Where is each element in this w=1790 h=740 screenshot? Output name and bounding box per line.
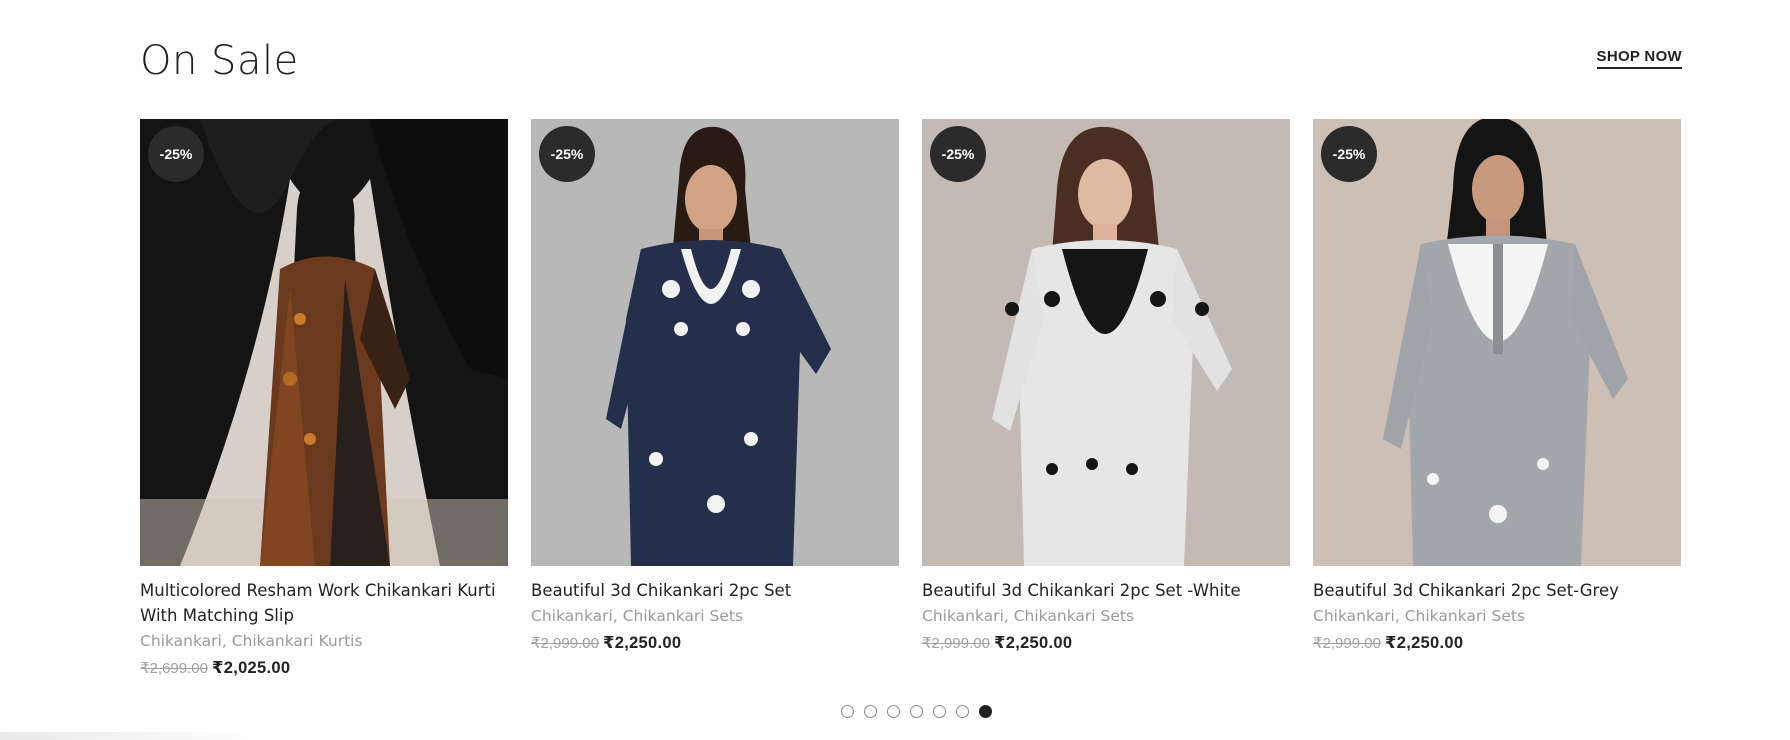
shop-now-link[interactable]: SHOP NOW: [1596, 48, 1682, 69]
discount-badge: -25%: [1321, 126, 1377, 182]
pagination-dot[interactable]: [910, 705, 923, 718]
product-price: ₹2,999.00 ₹2,250.00: [531, 633, 899, 653]
product-card[interactable]: -25% Multicolored Resham Work Chikankari…: [140, 119, 508, 678]
sale-price: ₹2,025.00: [211, 659, 291, 677]
product-image[interactable]: -25%: [140, 119, 508, 566]
category-link[interactable]: Chikankari Sets: [623, 607, 743, 625]
pagination-dot[interactable]: [841, 705, 854, 718]
discount-badge: -25%: [148, 126, 204, 182]
product-card[interactable]: -25% Beautiful 3d Chikankari 2pc Set Chi…: [531, 119, 899, 678]
category-link[interactable]: Chikankari Sets: [1014, 607, 1134, 625]
product-image[interactable]: -25%: [531, 119, 899, 566]
on-sale-section: On Sale SHOP NOW -25% Multicolored Resha…: [140, 0, 1682, 740]
category-link[interactable]: Chikankari: [922, 607, 1004, 625]
product-price: ₹2,999.00 ₹2,250.00: [922, 633, 1290, 653]
product-price: ₹2,699.00 ₹2,025.00: [140, 658, 508, 678]
product-image[interactable]: -25%: [1313, 119, 1681, 566]
discount-badge: -25%: [930, 126, 986, 182]
pagination-dot[interactable]: [956, 705, 969, 718]
sale-price: ₹2,250.00: [993, 634, 1073, 652]
product-categories: Chikankari, Chikankari Sets: [531, 607, 744, 625]
pagination-dot[interactable]: [887, 705, 900, 718]
category-link[interactable]: Chikankari: [1313, 607, 1395, 625]
pagination-dot[interactable]: [979, 705, 992, 718]
category-link[interactable]: Chikankari: [140, 632, 222, 650]
product-name[interactable]: Beautiful 3d Chikankari 2pc Set -White: [922, 578, 1290, 603]
old-price: ₹2,699.00: [140, 660, 208, 677]
category-link[interactable]: Chikankari: [531, 607, 613, 625]
product-name[interactable]: Beautiful 3d Chikankari 2pc Set: [531, 578, 899, 603]
carousel-pagination: [0, 705, 1790, 718]
pagination-dot[interactable]: [933, 705, 946, 718]
product-categories: Chikankari, Chikankari Kurtis: [140, 632, 363, 650]
product-image[interactable]: -25%: [922, 119, 1290, 566]
pagination-dot[interactable]: [864, 705, 877, 718]
old-price: ₹2,999.00: [922, 635, 990, 652]
sale-price: ₹2,250.00: [602, 634, 682, 652]
product-categories: Chikankari, Chikankari Sets: [922, 607, 1135, 625]
sale-price: ₹2,250.00: [1384, 634, 1464, 652]
product-name[interactable]: Multicolored Resham Work Chikankari Kurt…: [140, 578, 508, 628]
product-grid: -25% Multicolored Resham Work Chikankari…: [140, 119, 1682, 678]
category-link[interactable]: Chikankari Kurtis: [232, 632, 363, 650]
product-name[interactable]: Beautiful 3d Chikankari 2pc Set-Grey: [1313, 578, 1681, 603]
product-card[interactable]: -25% Beautiful 3d Chikankari 2pc Set-Gre…: [1313, 119, 1681, 678]
old-price: ₹2,999.00: [531, 635, 599, 652]
product-card[interactable]: -25% Beautiful 3d Chikankari 2pc Set -Wh…: [922, 119, 1290, 678]
discount-badge: -25%: [539, 126, 595, 182]
section-title: On Sale: [140, 38, 299, 84]
product-price: ₹2,999.00 ₹2,250.00: [1313, 633, 1681, 653]
bottom-edge-shadow: [0, 732, 260, 740]
category-link[interactable]: Chikankari Sets: [1405, 607, 1525, 625]
old-price: ₹2,999.00: [1313, 635, 1381, 652]
product-categories: Chikankari, Chikankari Sets: [1313, 607, 1526, 625]
